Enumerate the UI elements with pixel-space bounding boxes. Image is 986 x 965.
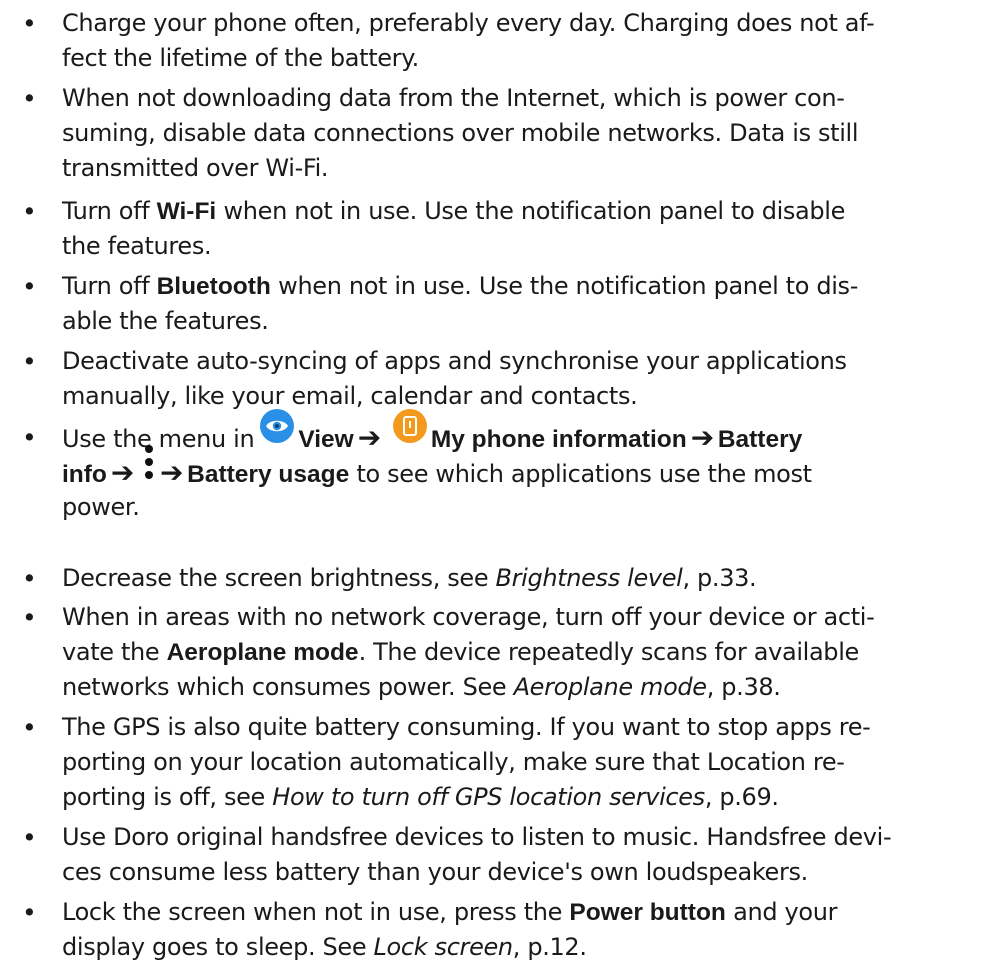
text-run: display goes to sleep. See — [62, 933, 374, 961]
text-line: The GPS is also quite battery consuming.… — [62, 713, 871, 741]
brightness-level-link[interactable]: Brightness level — [496, 564, 683, 592]
phone-icon — [392, 409, 427, 443]
bullet: • — [22, 272, 37, 301]
arrow-right-icon: ➔ — [110, 456, 135, 489]
battery-tips-list: • Charge your phone often, preferably ev… — [0, 0, 986, 965]
text-line: vate the Aeroplane mode. The device repe… — [62, 635, 968, 670]
text-line: able the features. — [62, 307, 269, 335]
bullet: • — [22, 197, 37, 226]
text-line: manually, like your email, calendar and … — [62, 382, 638, 410]
text-line: Use the menu in View ➔ My phone information… — [62, 409, 968, 455]
arrow-right-icon: ➔ — [357, 421, 381, 454]
arrow-right-icon: ➔ — [160, 456, 184, 489]
text-run: , p.69. — [704, 783, 779, 811]
arrow-right-icon: ➔ — [690, 421, 714, 454]
text-line: Deactivate auto-syncing of apps and sync… — [62, 347, 847, 375]
text-run: Use the menu in — [62, 425, 255, 453]
text-line: Decrease the screen brightness, see Brig… — [62, 561, 968, 596]
text-line: Lock the screen when not in use, press t… — [62, 895, 968, 930]
battery-keyword: Battery — [717, 426, 803, 453]
text-line: Turn off Bluetooth when not in use. Use … — [62, 269, 968, 304]
lock-screen-link[interactable]: Lock screen — [374, 933, 514, 961]
bullet: • — [22, 423, 37, 452]
text-line: porting is off, see How to turn off GPS … — [62, 780, 968, 815]
info-keyword: info — [62, 461, 107, 488]
bullet: • — [22, 84, 37, 113]
text-line: When in areas with no network coverage, … — [62, 603, 875, 631]
text-run: when not in use. Use the notification pa… — [216, 197, 846, 225]
text-run: and your — [725, 898, 838, 926]
eye-icon — [260, 409, 295, 443]
view-keyword: View — [298, 426, 354, 453]
text-line: porting on your location automatically, … — [62, 748, 845, 776]
wifi-keyword: Wi-Fi — [156, 198, 217, 225]
bullet: • — [22, 713, 37, 742]
text-run: Turn off — [62, 272, 157, 300]
text-line: fect the lifetime of the battery. — [62, 44, 419, 72]
text-line: power. — [62, 493, 140, 521]
text-line: suming, disable data connections over mo… — [62, 119, 859, 147]
text-line: Use Doro original handsfree devices to l… — [62, 823, 892, 851]
battery-usage-keyword: Battery usage — [187, 461, 350, 488]
text-run: Decrease the screen brightness, see — [62, 564, 496, 592]
bullet: • — [22, 603, 37, 632]
bullet: • — [22, 564, 37, 593]
text-line: networks which consumes power. See Aerop… — [62, 670, 968, 705]
text-line: ces consume less battery than your devic… — [62, 858, 808, 886]
text-run: when not in use. Use the notification pa… — [270, 272, 859, 300]
text-line: transmitted over Wi-Fi. — [62, 154, 329, 182]
text-line: display goes to sleep. See Lock screen, … — [62, 930, 968, 965]
text-run: vate the — [62, 638, 167, 666]
aeroplane-mode-keyword: Aeroplane mode — [166, 639, 359, 666]
bullet: • — [22, 347, 37, 376]
text-line: the features. — [62, 232, 212, 260]
text-line: When not downloading data from the Inter… — [62, 84, 845, 112]
text-line: info ➔ ➔ Battery usage to see which applica… — [62, 445, 968, 491]
text-run: , p.33. — [682, 564, 757, 592]
power-button-keyword: Power button — [569, 899, 726, 926]
text-run: to see which applications use the most — [349, 460, 812, 488]
text-run: Turn off — [62, 197, 157, 225]
bluetooth-keyword: Bluetooth — [156, 273, 271, 300]
text-run: Lock the screen when not in use, press t… — [62, 898, 570, 926]
bullet: • — [22, 898, 37, 927]
bullet: • — [22, 9, 37, 38]
text-run: , p.38. — [706, 673, 781, 701]
bullet: • — [22, 823, 37, 852]
text-run: . The device repeatedly scans for availa… — [358, 638, 860, 666]
more-vert-icon — [142, 445, 154, 491]
aeroplane-mode-link[interactable]: Aeroplane mode — [514, 673, 707, 701]
text-run: , p.12. — [512, 933, 587, 961]
my-phone-information-keyword: My phone information — [430, 426, 687, 453]
text-run: networks which consumes power. See — [62, 673, 514, 701]
text-line: Charge your phone often, preferably ever… — [62, 9, 875, 37]
text-line: Turn off Wi-Fi when not in use. Use the … — [62, 194, 968, 229]
gps-services-link[interactable]: How to turn off GPS location services — [272, 783, 705, 811]
text-run: porting is off, see — [62, 783, 273, 811]
